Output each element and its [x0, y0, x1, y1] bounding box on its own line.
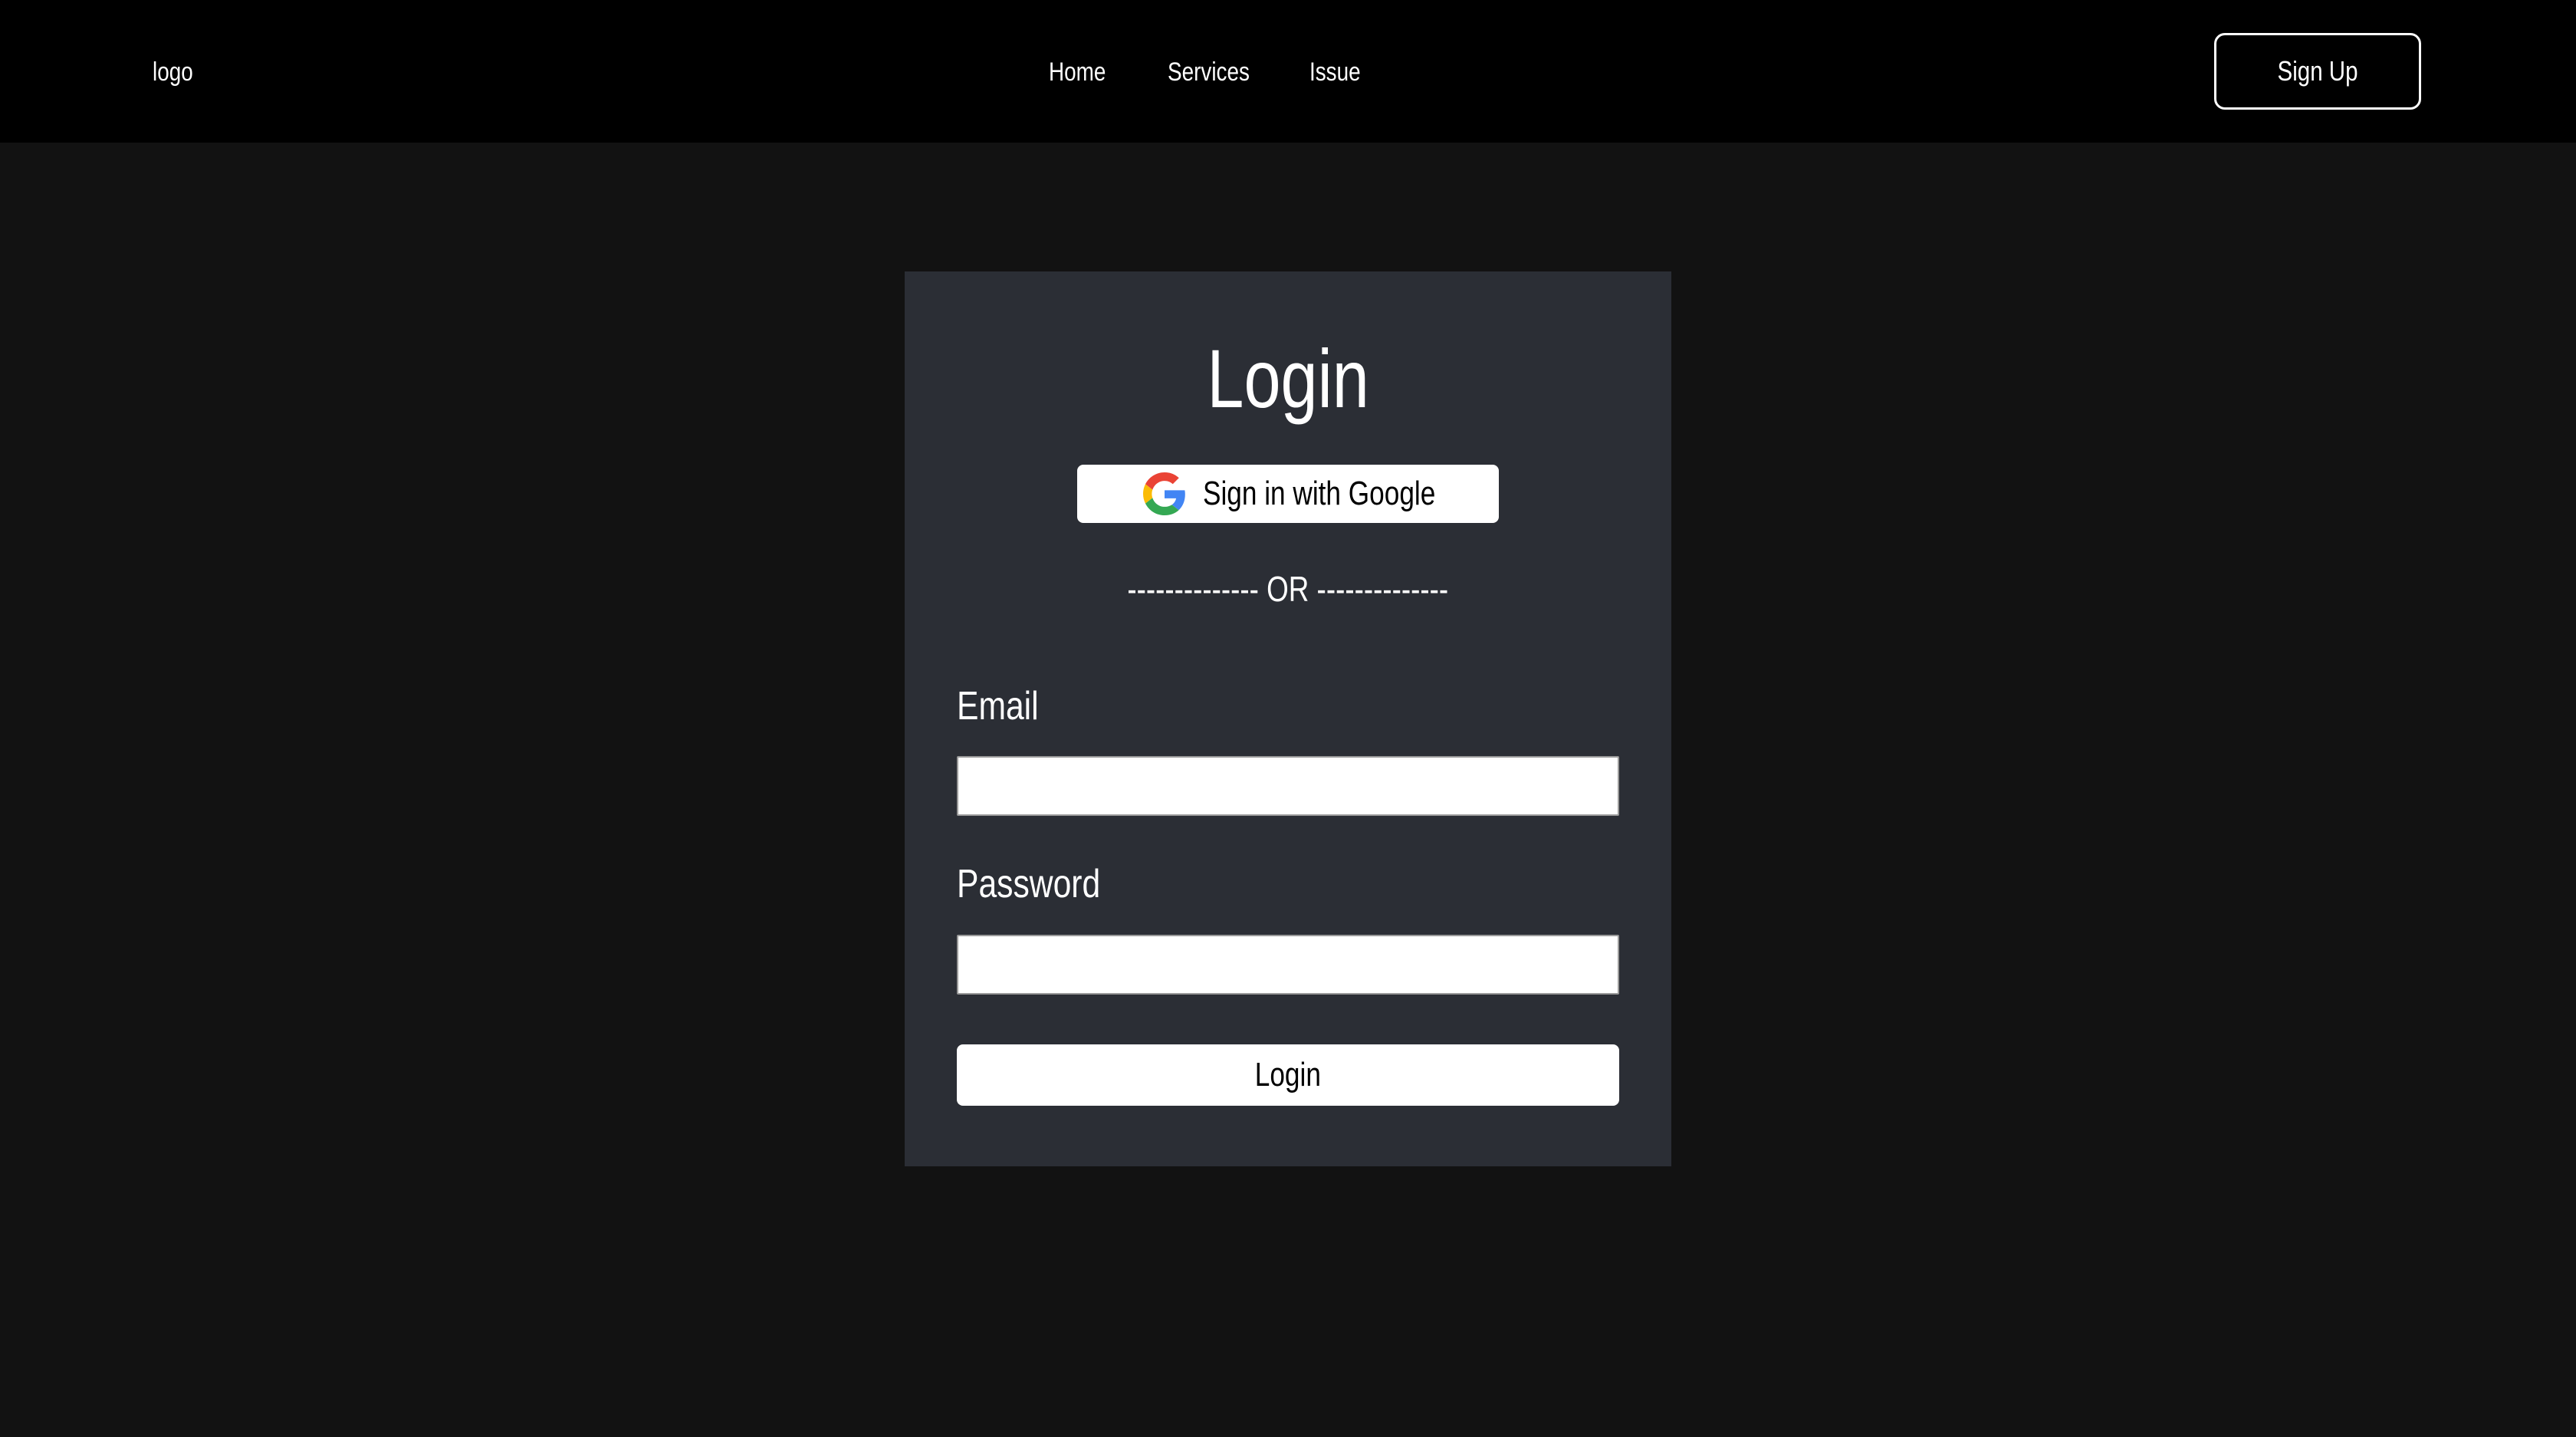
email-label: Email: [957, 684, 1039, 728]
login-title-text: Login: [1207, 332, 1369, 425]
login-button[interactable]: Login: [957, 1044, 1619, 1106]
login-button-label: Login: [1254, 1056, 1322, 1093]
or-divider-text: -------------- OR --------------: [1127, 569, 1449, 609]
nav-link-home[interactable]: Home: [1049, 54, 1106, 90]
google-g-icon: [1143, 472, 1185, 515]
sign-up-button[interactable]: Sign Up: [2214, 33, 2421, 110]
logo[interactable]: logo: [153, 54, 193, 90]
navbar: logo Home Services Issue Sign Up: [0, 0, 2576, 143]
nav-link-services[interactable]: Services: [1168, 54, 1250, 90]
google-sign-in-label: Sign in with Google: [1203, 475, 1436, 512]
email-field[interactable]: [957, 756, 1619, 816]
password-field[interactable]: [957, 935, 1619, 995]
password-label: Password: [957, 862, 1101, 906]
or-divider: -------------- OR --------------: [0, 564, 2576, 613]
nav-link-issue[interactable]: Issue: [1309, 54, 1361, 90]
google-sign-in-button[interactable]: Sign in with Google: [1077, 465, 1499, 523]
sign-up-button-label: Sign Up: [2277, 55, 2358, 87]
login-title: Login: [0, 325, 2576, 432]
